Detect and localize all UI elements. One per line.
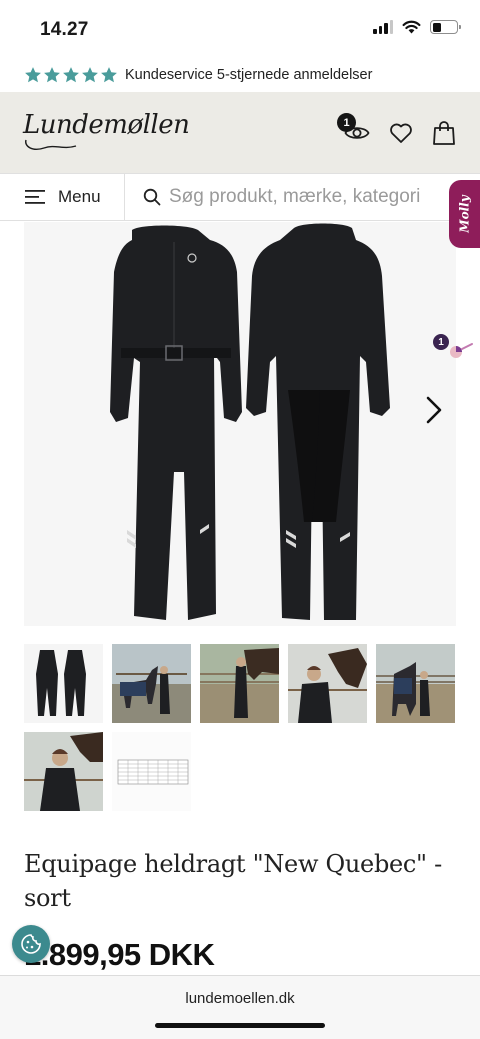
product-image-main[interactable] — [24, 222, 456, 626]
search-placeholder: Søg produkt, mærke, kategori — [169, 186, 421, 207]
search-icon — [143, 188, 161, 206]
product-title: Equipage heldragt "New Quebec" - sort — [24, 850, 442, 912]
thumbnail-horse-4[interactable] — [376, 644, 455, 723]
menu-label: Menu — [58, 187, 101, 206]
thumbnail-suit[interactable] — [24, 644, 103, 723]
wifi-icon — [402, 20, 421, 34]
home-indicator[interactable] — [155, 1023, 325, 1028]
logo-swash — [25, 139, 77, 150]
star-icon — [63, 67, 79, 83]
signal-icon — [373, 20, 393, 34]
thumbnail-horse-3[interactable] — [288, 644, 367, 723]
url-text[interactable]: lundemoellen.dk — [0, 990, 480, 1007]
browser-address-bar: lundemoellen.dk — [0, 975, 480, 1039]
star-icon — [82, 67, 98, 83]
status-time: 14.27 — [40, 19, 89, 40]
rating-strip[interactable]: Kundeservice 5-stjernede anmeldelser — [0, 58, 480, 92]
chat-assistant-label: Molly — [457, 195, 472, 233]
thumbnail-size-chart[interactable] — [112, 732, 191, 811]
menu-button[interactable]: Menu — [0, 174, 125, 220]
status-icons — [373, 20, 461, 34]
status-bar: 14.27 — [0, 0, 480, 58]
search-bar: Menu Søg produkt, mærke, kategori — [0, 173, 480, 221]
rating-text: Kundeservice 5-stjernede anmeldelser — [125, 67, 373, 83]
star-icon — [44, 67, 60, 83]
shopping-bag-icon — [433, 121, 455, 145]
cart-button[interactable] — [429, 118, 459, 148]
heart-icon — [390, 123, 412, 143]
thumbnail-portrait[interactable] — [24, 732, 103, 811]
site-header: Lundemøllen — [0, 92, 480, 173]
battery-icon — [430, 20, 461, 34]
star-icon — [25, 67, 41, 83]
star-icon — [101, 67, 117, 83]
cookie-settings-button[interactable] — [12, 925, 50, 963]
rating-stars — [24, 66, 118, 84]
search-input[interactable]: Søg produkt, mærke, kategori — [125, 174, 449, 220]
battery-fill — [432, 22, 441, 32]
viewed-count-badge: 1 — [337, 113, 356, 132]
wishlist-button[interactable] — [386, 118, 416, 148]
compare-count-badge: 1 — [433, 334, 449, 350]
cookie-icon — [21, 934, 41, 954]
product-price: 1.899,95 DKK — [24, 937, 215, 972]
chevron-right-icon[interactable] — [422, 394, 446, 426]
thumbnail-horse-2[interactable] — [200, 644, 279, 723]
product-photo — [24, 222, 456, 626]
thumbnail-horse-1[interactable] — [112, 644, 191, 723]
hamburger-icon — [25, 190, 45, 204]
chat-assistant-tab[interactable]: Molly — [449, 180, 480, 248]
